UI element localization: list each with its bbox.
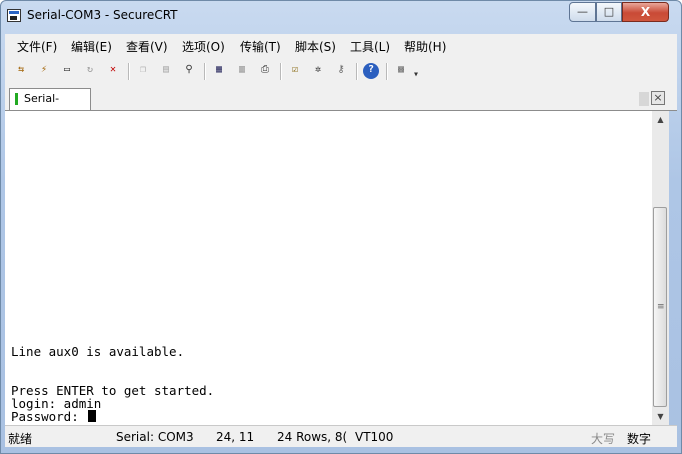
keyboard-icon[interactable]: ▩ <box>393 63 409 79</box>
terminal-line: Line aux0 is available. <box>11 344 185 359</box>
status-terminal-size: 24 Rows, 8( <box>277 430 348 444</box>
menu-help[interactable]: 帮助(H) <box>404 38 446 55</box>
close-button[interactable]: X <box>622 2 669 22</box>
connect-tab-icon[interactable]: ▭ <box>59 63 75 79</box>
securecrt-window: Serial-COM3 - SecureCRT — □ X 文件(F) 编辑(E… <box>0 0 682 454</box>
status-num-lock: 数字 <box>627 432 652 446</box>
print-setup-icon[interactable]: ▥ <box>234 63 250 79</box>
status-connection: Serial: COM3 <box>116 430 194 444</box>
session-options-icon[interactable]: ☑ <box>287 63 303 79</box>
toolbar-separator <box>204 63 206 80</box>
printer-icon[interactable]: ⎙ <box>257 63 273 79</box>
terminal-line: Password: <box>11 409 97 424</box>
toolbar-separator <box>356 63 358 80</box>
help-icon[interactable]: ? <box>363 63 379 79</box>
password-prompt: Password: <box>11 409 87 424</box>
connected-status-icon <box>15 93 18 105</box>
toolbar-separator <box>386 63 388 80</box>
menu-options[interactable]: 选项(O) <box>182 38 225 55</box>
paste-icon[interactable]: ▤ <box>158 63 174 79</box>
terminal-screen[interactable]: Line aux0 is available. Press ENTER to g… <box>5 111 652 425</box>
find-icon[interactable]: ⚲ <box>181 63 197 79</box>
copy-icon[interactable]: ❐ <box>135 63 151 79</box>
scrollbar-thumb[interactable]: ≡ <box>653 207 667 407</box>
tab-serial-com3[interactable]: Serial-COM3 <box>9 88 91 125</box>
disconnect-icon[interactable]: ✕ <box>105 63 121 79</box>
status-cursor-position: 24, 11 <box>216 430 255 444</box>
status-ready: 就绪 <box>8 432 33 446</box>
terminal-cursor <box>88 410 97 422</box>
menu-edit[interactable]: 编辑(E) <box>71 38 112 55</box>
toolbar: ⇆ ⚡ ▭ ↻ ✕ ❐ ▤ ⚲ ▦ ▥ ⎙ ☑ ✲ ⚷ ? ▩ ▾ <box>5 56 677 86</box>
close-tab-icon[interactable]: × <box>651 91 665 105</box>
status-bar: 就绪 Serial: COM3 24, 11 24 Rows, 8( VT100… <box>5 425 677 447</box>
menu-script[interactable]: 脚本(S) <box>295 38 336 55</box>
session-tab-strip: Serial-COM3 × <box>5 86 677 125</box>
global-options-icon[interactable]: ✲ <box>310 63 326 79</box>
menu-tools[interactable]: 工具(L) <box>350 38 390 55</box>
securecrt-app-icon[interactable] <box>7 9 21 22</box>
vertical-scrollbar[interactable]: ▲ ≡ ▼ <box>652 111 669 425</box>
reconnect-icon[interactable]: ↻ <box>82 63 98 79</box>
menu-bar: 文件(F) 编辑(E) 查看(V) 选项(O) 传输(T) 脚本(S) 工具(L… <box>5 34 677 56</box>
connect-icon[interactable]: ⇆ <box>13 63 29 79</box>
minimize-button[interactable]: — <box>569 2 596 22</box>
print-icon[interactable]: ▦ <box>211 63 227 79</box>
tab-scroll-handle[interactable] <box>639 92 649 106</box>
menu-file[interactable]: 文件(F) <box>17 38 57 55</box>
window-title: Serial-COM3 - SecureCRT <box>27 8 178 22</box>
toolbar-overflow-icon[interactable]: ▾ <box>411 68 421 84</box>
status-emulation: VT100 <box>355 430 394 444</box>
status-caps-lock: 大写 <box>591 432 616 446</box>
menu-transfer[interactable]: 传输(T) <box>240 38 281 55</box>
scroll-down-arrow-icon[interactable]: ▼ <box>652 408 669 425</box>
quick-connect-icon[interactable]: ⚡ <box>36 63 52 79</box>
toolbar-separator <box>128 63 130 80</box>
menu-view[interactable]: 查看(V) <box>126 38 168 55</box>
maximize-button[interactable]: □ <box>596 2 622 22</box>
key-map-icon[interactable]: ⚷ <box>333 63 349 79</box>
scroll-up-arrow-icon[interactable]: ▲ <box>652 111 669 128</box>
toolbar-separator <box>280 63 282 80</box>
scrollbar-grip-icon: ≡ <box>657 302 665 312</box>
title-bar[interactable]: Serial-COM3 - SecureCRT — □ X <box>1 1 681 31</box>
